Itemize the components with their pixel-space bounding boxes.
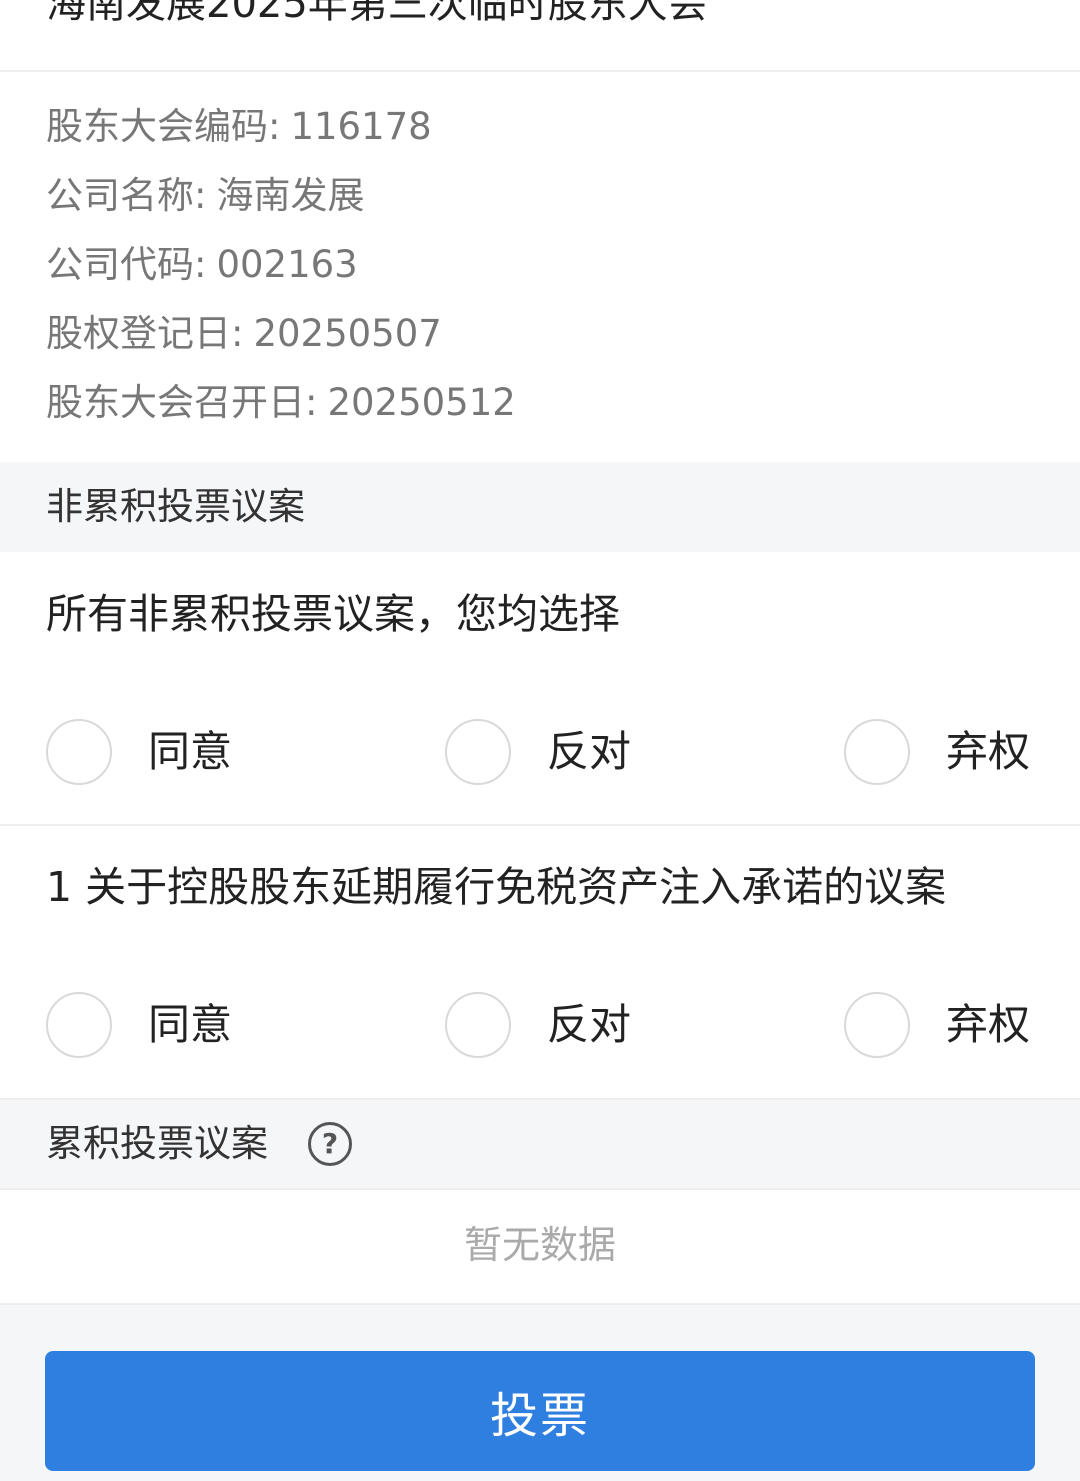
question-mark-icon[interactable]: ? <box>308 1122 352 1166</box>
radio-circle[interactable] <box>46 992 112 1058</box>
info-company-code: 公司代码: 002163 <box>46 241 358 289</box>
cumulative-header-label: 累积投票议案 <box>46 1122 268 1165</box>
all-option-agree[interactable]: 同意 <box>46 716 232 788</box>
info-label: 股东大会召开日: <box>46 381 318 424</box>
non-cumulative-header: 非累积投票议案 <box>0 462 1080 552</box>
bottom-action-bar: 投票 <box>0 1303 1080 1481</box>
info-value: 20250507 <box>253 312 442 355</box>
empty-state-text: 暂无数据 <box>463 1223 616 1267</box>
divider <box>0 824 1080 826</box>
proposal-1-option-abstain[interactable]: 弃权 <box>844 989 1030 1061</box>
radio-circle[interactable] <box>844 719 910 785</box>
proposal-1-question: 1 关于控股股东延期履行免税资产注入承诺的议案 <box>46 863 947 911</box>
vote-button[interactable]: 投票 <box>45 1351 1035 1471</box>
all-proposals-question: 所有非累积投票议案，您均选择 <box>46 590 620 638</box>
info-record-date: 股权登记日: 20250507 <box>46 310 442 358</box>
info-label: 股权登记日: <box>46 312 244 355</box>
all-option-oppose[interactable]: 反对 <box>445 716 631 788</box>
info-label: 公司代码: <box>46 243 207 286</box>
meeting-title: 海南发展2025年第三次临时股东大会 <box>46 0 708 27</box>
cumulative-header: 累积投票议案 ? <box>0 1098 1080 1190</box>
info-value: 002163 <box>216 243 358 286</box>
proposal-1-option-oppose[interactable]: 反对 <box>445 989 631 1061</box>
info-company-name: 公司名称: 海南发展 <box>46 172 364 220</box>
radio-circle[interactable] <box>46 719 112 785</box>
info-value: 海南发展 <box>216 174 365 217</box>
all-option-abstain[interactable]: 弃权 <box>844 716 1030 788</box>
info-label: 股东大会编码: <box>46 105 281 148</box>
proposal-1-option-agree[interactable]: 同意 <box>46 989 232 1061</box>
radio-circle[interactable] <box>445 719 511 785</box>
info-meeting-code: 股东大会编码: 116178 <box>46 103 432 151</box>
info-label: 公司名称: <box>46 174 207 217</box>
option-label: 弃权 <box>946 727 1031 776</box>
info-meeting-date: 股东大会召开日: 20250512 <box>46 379 516 427</box>
meeting-info: 股东大会编码: 116178 公司名称: 海南发展 公司代码: 002163 股权登记… <box>0 72 1080 462</box>
info-value: 116178 <box>290 105 432 148</box>
option-label: 同意 <box>148 727 233 776</box>
meeting-title-bar: 海南发展2025年第三次临时股东大会 <box>0 0 1080 72</box>
non-cumulative-header-label: 非累积投票议案 <box>46 485 305 528</box>
radio-circle[interactable] <box>445 992 511 1058</box>
info-value: 20250512 <box>327 381 516 424</box>
vote-page: 海南发展2025年第三次临时股东大会 股东大会编码: 116178 公司名称: 海南… <box>0 0 1080 1481</box>
option-label: 反对 <box>547 1000 632 1049</box>
radio-circle[interactable] <box>844 992 910 1058</box>
option-label: 反对 <box>547 727 632 776</box>
option-label: 弃权 <box>946 1000 1031 1049</box>
option-label: 同意 <box>148 1000 233 1049</box>
